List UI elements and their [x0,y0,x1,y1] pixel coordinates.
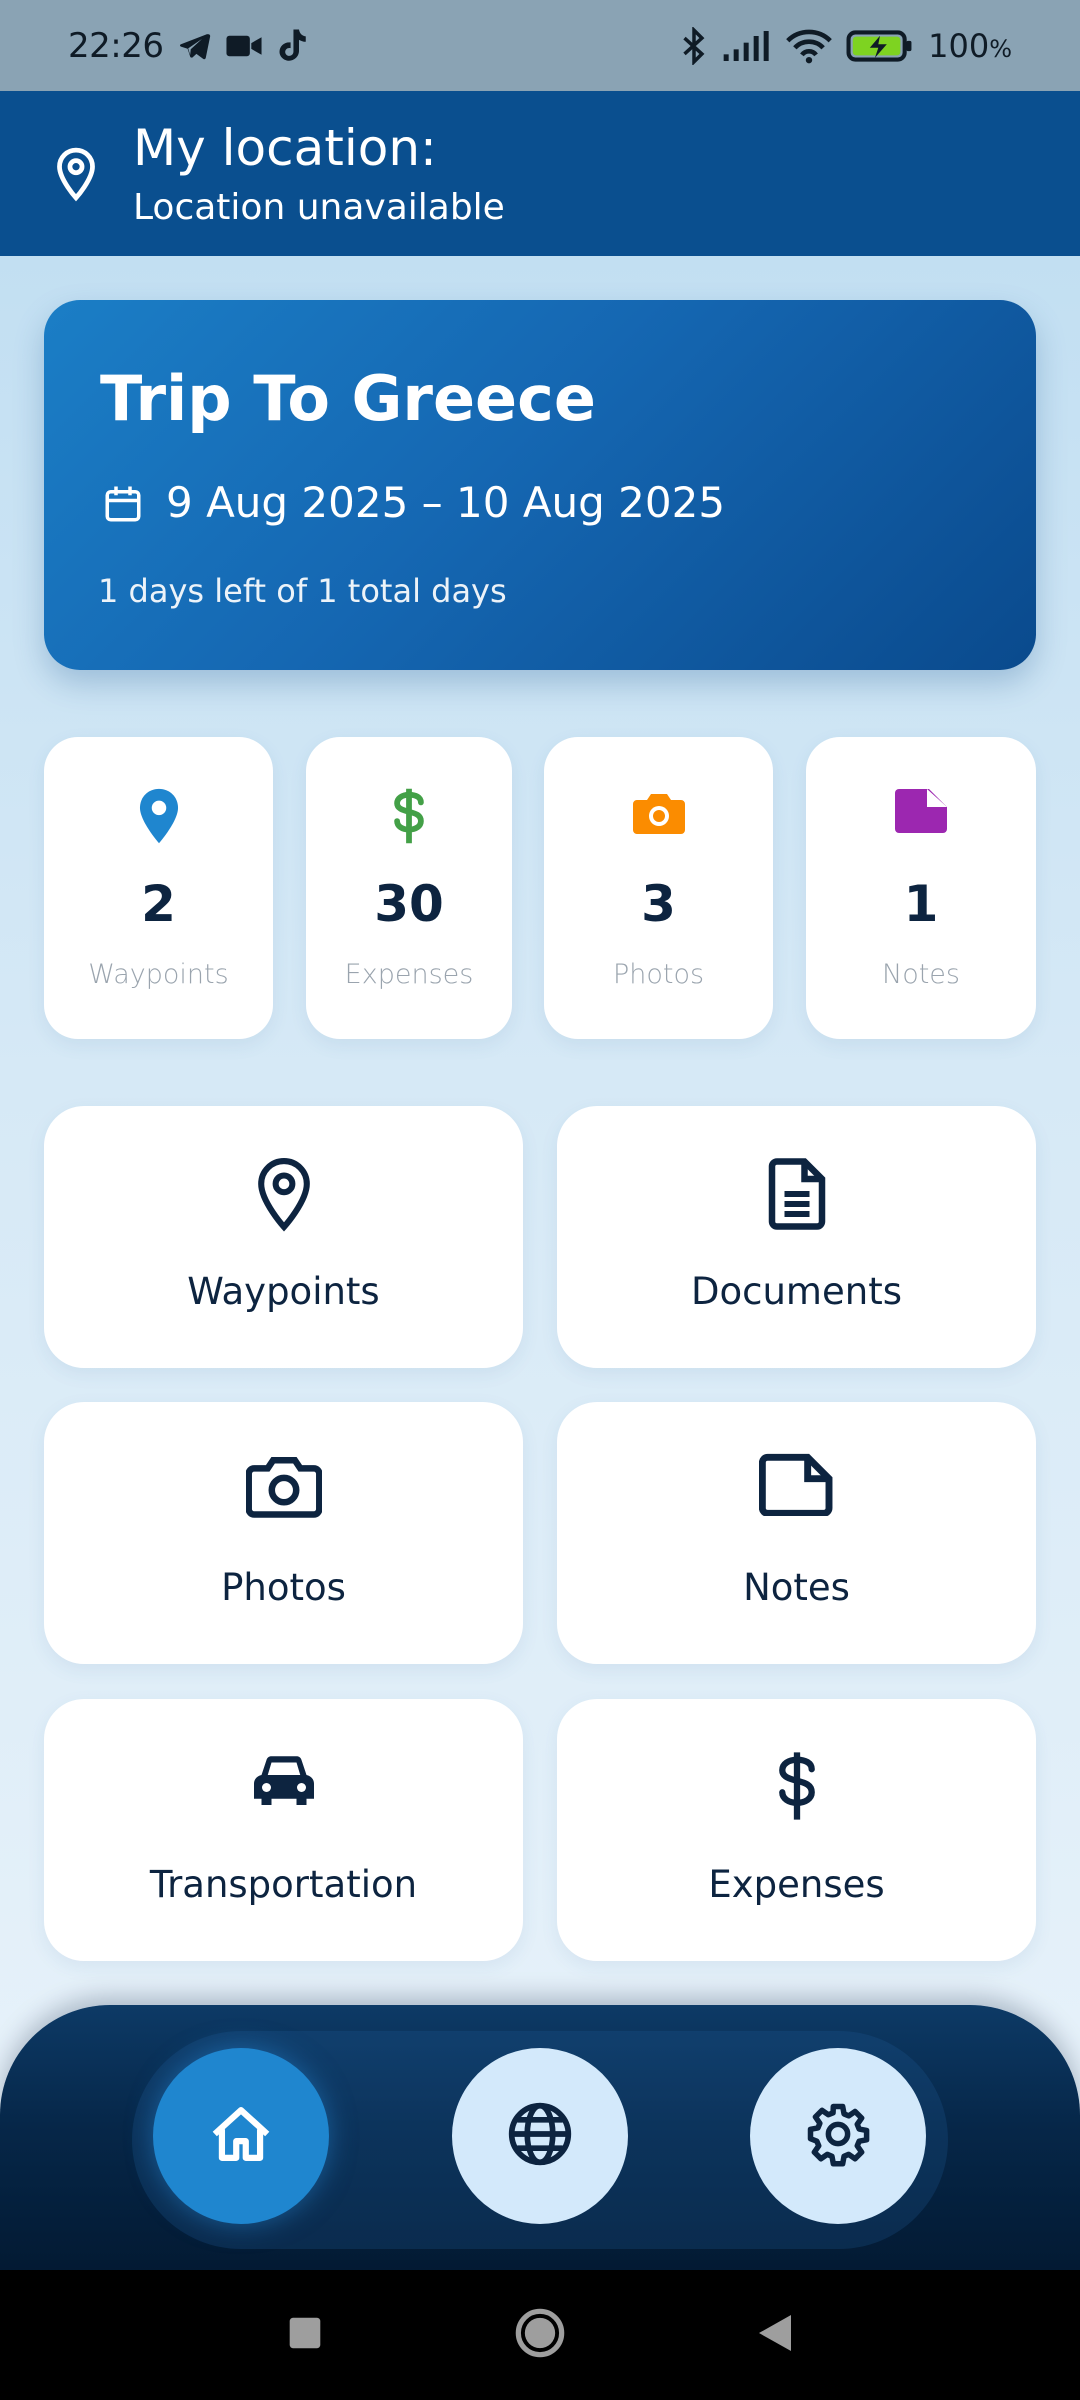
stat-value: 2 [141,875,176,933]
location-pin-icon [137,787,181,849]
stat-label: Waypoints [88,959,229,990]
location-pin-icon [54,146,98,206]
nav-home-button[interactable] [153,2048,329,2224]
location-header: My location: Location unavailable [0,91,1080,256]
camera-icon [631,787,687,841]
car-icon [249,1749,319,1815]
wifi-icon [786,28,832,64]
square-icon [288,2316,322,2354]
stat-card-expenses[interactable]: 30 Expenses [306,737,512,1039]
note-outline-icon [758,1452,835,1520]
tiktok-icon [277,28,309,64]
nav-settings-button[interactable] [750,2048,926,2224]
calendar-icon [102,482,144,530]
stat-label: Notes [882,959,960,990]
bluetooth-icon [680,26,708,65]
stat-card-photos[interactable]: 3 Photos [544,737,773,1039]
document-icon [767,1156,827,1236]
tile-label: Expenses [708,1863,885,1906]
battery-percent: 100 [928,26,990,65]
tile-label: Photos [221,1566,346,1609]
recent-apps-button[interactable] [255,2270,355,2400]
video-camera-icon [225,31,263,61]
tile-expenses[interactable]: Expenses [557,1699,1036,1961]
tile-label: Documents [691,1270,902,1313]
battery-unit: % [989,34,1012,63]
gear-icon [805,2101,871,2171]
tile-photos[interactable]: Photos [44,1402,523,1664]
location-pin-outline-icon [253,1156,315,1236]
system-back-button[interactable] [725,2270,825,2400]
tile-label: Notes [743,1566,850,1609]
globe-icon [506,2100,574,2172]
trip-days-remaining: 1 days left of 1 total days [98,572,507,610]
tile-label: Waypoints [187,1270,380,1313]
trip-card[interactable]: Trip To Greece 9 Aug 2025 – 10 Aug 2025 … [44,300,1036,670]
trip-dates: 9 Aug 2025 – 10 Aug 2025 [166,478,726,527]
note-icon [893,787,949,839]
status-right: 100% [680,26,1012,65]
location-subtitle: Location unavailable [133,187,505,228]
dollar-icon [776,1749,818,1827]
tile-transportation[interactable]: Transportation [44,1699,523,1961]
stat-card-notes[interactable]: 1 Notes [806,737,1036,1039]
tile-documents[interactable]: Documents [557,1106,1036,1368]
stat-label: Photos [612,959,705,990]
tile-notes[interactable]: Notes [557,1402,1036,1664]
tile-waypoints[interactable]: Waypoints [44,1106,523,1368]
dollar-icon [392,787,426,849]
status-left: 22:26 [68,26,309,66]
battery-charging-icon [846,29,914,63]
stat-value: 3 [641,875,676,933]
trip-title: Trip To Greece [100,362,596,435]
stat-label: Expenses [344,959,474,990]
status-bar: 22:26 100% [0,0,1080,91]
system-nav-bar [0,2270,1080,2400]
stat-value: 1 [903,875,939,933]
system-home-button[interactable] [490,2270,590,2400]
home-icon [210,2105,272,2167]
location-title: My location: [133,119,437,177]
telegram-icon [177,29,211,63]
tile-label: Transportation [149,1863,418,1906]
stat-value: 30 [374,875,444,933]
nav-globe-button[interactable] [452,2048,628,2224]
stat-card-waypoints[interactable]: 2 Waypoints [44,737,273,1039]
circle-icon [514,2307,566,2363]
signal-icon [722,29,772,63]
status-time: 22:26 [68,25,164,66]
camera-outline-icon [244,1452,323,1524]
back-triangle-icon [757,2313,793,2357]
